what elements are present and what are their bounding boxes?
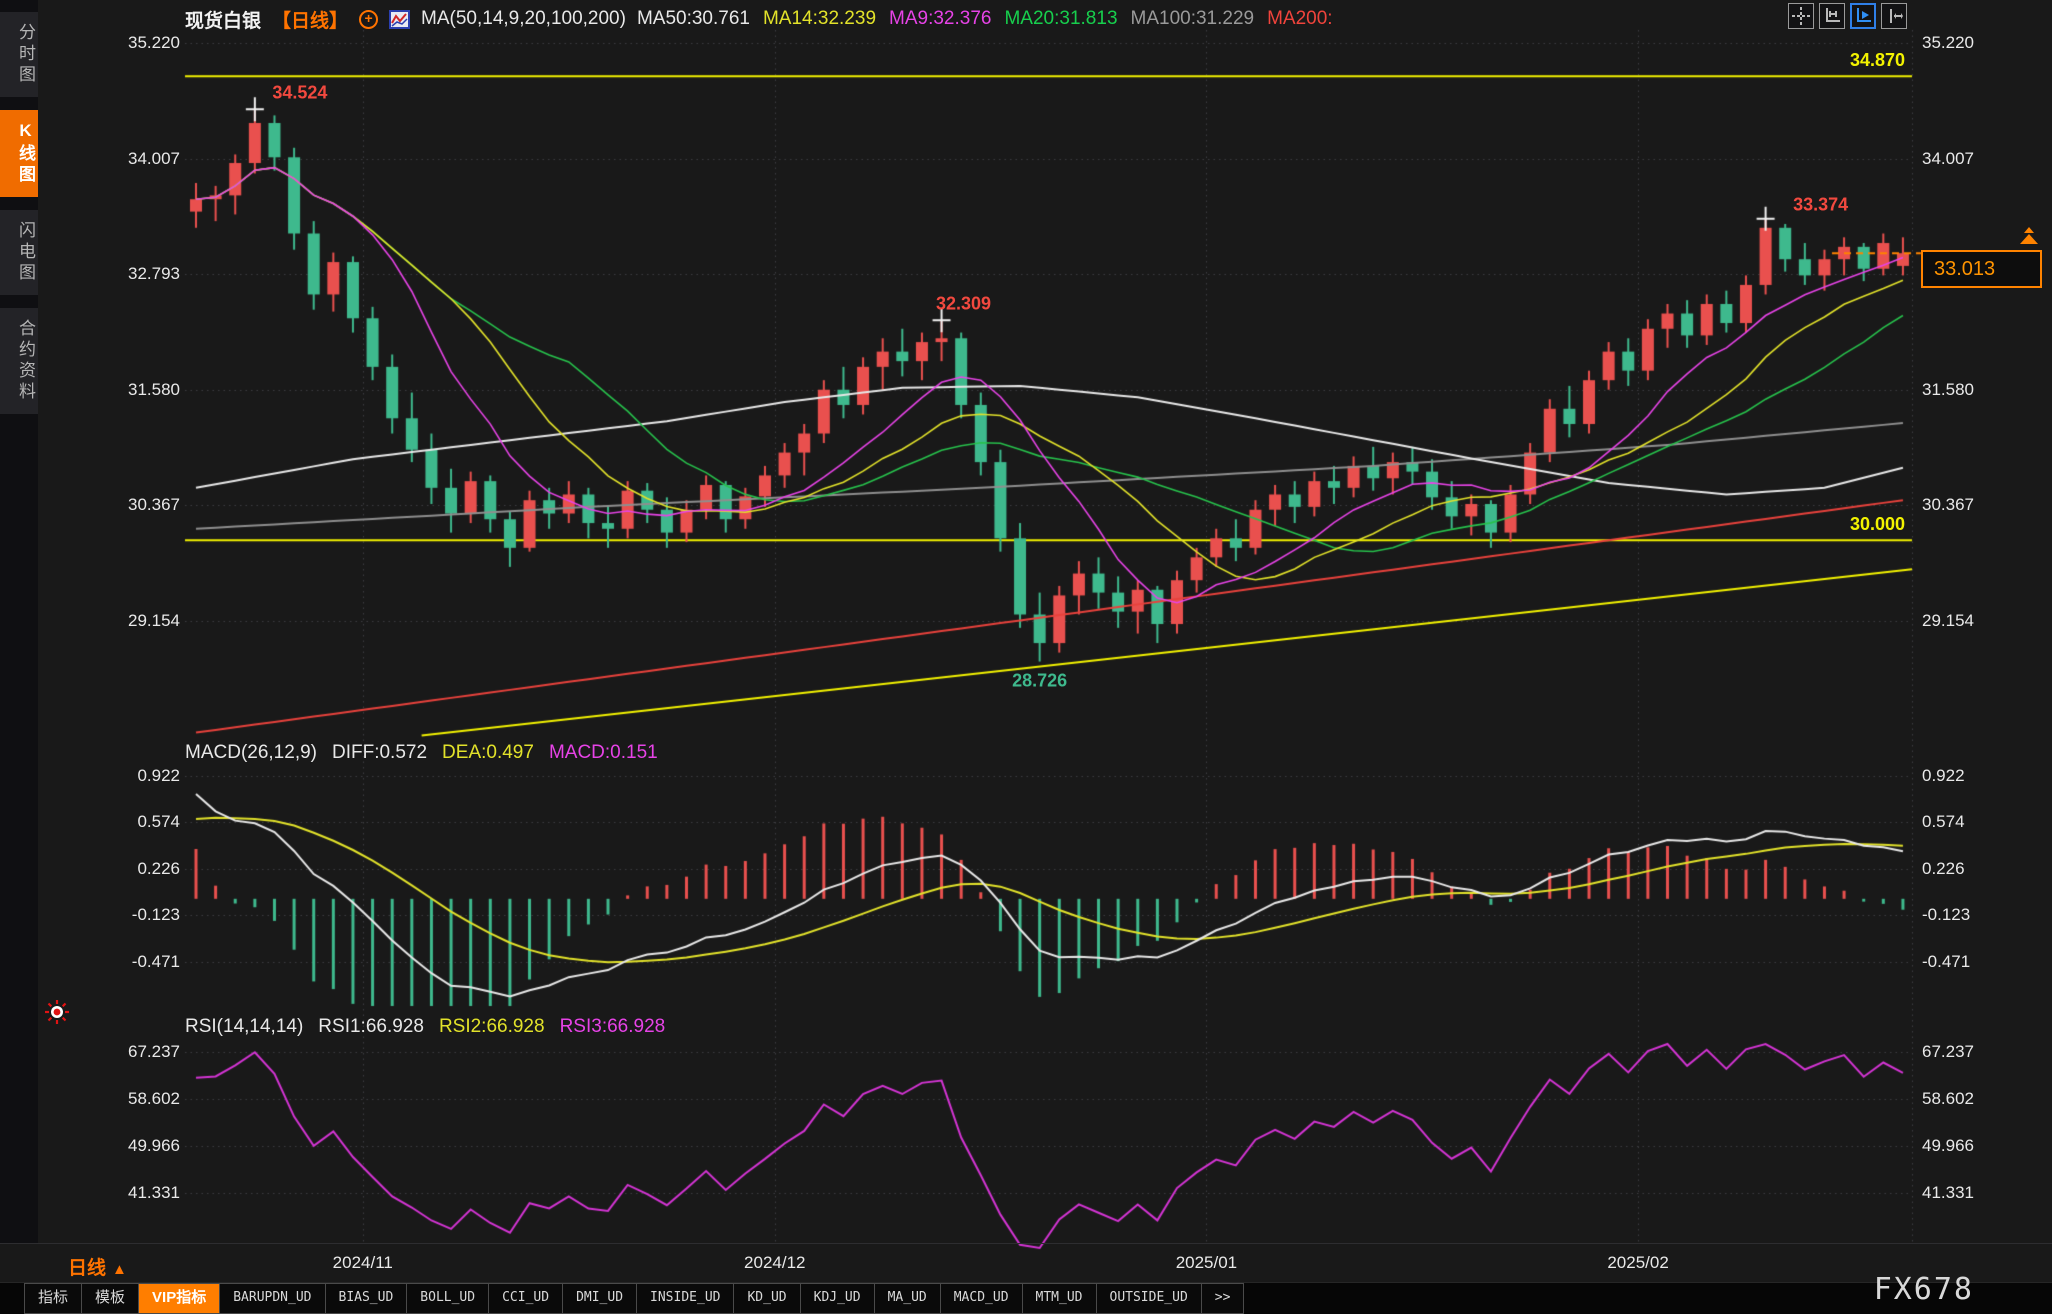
- price-axis-label: 29.154: [62, 611, 180, 631]
- indicator-tab[interactable]: BOLL_UD: [406, 1283, 489, 1314]
- macd-dea-value: DEA:0.497: [442, 742, 534, 764]
- indicator-tab[interactable]: VIP指标: [138, 1283, 220, 1314]
- macd-axis-label: 0.226: [1922, 859, 2042, 879]
- macd-axis-label: 0.574: [1922, 812, 2042, 832]
- price-annotation: 32.309: [936, 294, 991, 315]
- price-axis-label: 34.007: [62, 149, 180, 169]
- indicator-tab[interactable]: MACD_UD: [940, 1283, 1023, 1314]
- sidebar-item-[interactable]: 分时图: [0, 12, 38, 97]
- watermark: FX678: [1874, 1272, 1974, 1307]
- macd-pane-header: MACD(26,12,9) DIFF:0.572 DEA:0.497 MACD:…: [185, 742, 658, 764]
- rsi-title: RSI(14,14,14): [185, 1016, 303, 1038]
- horizontal-line-label: 30.000: [1775, 514, 1905, 535]
- period-up-arrow-icon: ▲: [112, 1261, 127, 1278]
- indicator-toolbar: 指标模板VIP指标BARUPDN_UDBIAS_UDBOLL_UDCCI_UDD…: [0, 1282, 2052, 1314]
- ma-settings-label: MA(50,14,9,20,100,200): [421, 8, 626, 30]
- indicator-tab[interactable]: KDJ_UD: [800, 1283, 875, 1314]
- indicator-tab[interactable]: CCI_UD: [488, 1283, 563, 1314]
- ma-legend-item: MA100:31.229: [1131, 8, 1255, 29]
- rsi1-value: RSI1:66.928: [318, 1016, 424, 1038]
- sidebar-item-[interactable]: 合约资料: [0, 308, 38, 414]
- indicator-tab[interactable]: OUTSIDE_UD: [1096, 1283, 1202, 1314]
- crosshair-tool-button[interactable]: [1788, 3, 1814, 29]
- indicator-tab[interactable]: MA_UD: [874, 1283, 941, 1314]
- price-axis-label: 35.220: [1922, 33, 2042, 53]
- rsi3-value: RSI3:66.928: [560, 1016, 666, 1038]
- price-annotation: 34.524: [272, 83, 327, 104]
- price-up-arrow-icon: [2020, 227, 2038, 244]
- last-price-label: 33.013: [1921, 250, 2042, 288]
- sidebar-item-[interactable]: 闪电图: [0, 210, 38, 295]
- macd-axis-label: -0.123: [62, 905, 180, 925]
- price-axis-label: 30.367: [62, 495, 180, 515]
- indicator-tab[interactable]: BIAS_UD: [325, 1283, 408, 1314]
- macd-axis-label: -0.123: [1922, 905, 2042, 925]
- period-tag: 【日线】: [272, 6, 348, 33]
- pane-shift-button[interactable]: [1881, 3, 1907, 29]
- chart-header: 现货白银 【日线】 + MA(50,14,9,20,100,200) MA50:…: [185, 5, 1346, 33]
- left-sidebar: 分时图 K线图闪电图合约资料: [0, 0, 38, 1243]
- rsi-axis-label: 67.237: [1922, 1042, 2042, 1062]
- indicator-tab[interactable]: 指标: [24, 1283, 82, 1314]
- price-axis-label: 34.007: [1922, 149, 2042, 169]
- rsi-axis-label: 67.237: [62, 1042, 180, 1062]
- rsi-axis-label: 58.602: [62, 1089, 180, 1109]
- indicator-tab[interactable]: INSIDE_UD: [636, 1283, 734, 1314]
- rsi-axis-label: 49.966: [1922, 1136, 2042, 1156]
- indicator-tab[interactable]: KD_UD: [733, 1283, 800, 1314]
- price-axis-label: 30.367: [1922, 495, 2042, 515]
- period-selector[interactable]: 日线▲: [68, 1253, 127, 1280]
- time-axis-label: 2025/02: [1578, 1253, 1698, 1273]
- ma-legend-item: MA20:31.813: [1004, 8, 1117, 29]
- rsi-pane-header: RSI(14,14,14) RSI1:66.928 RSI2:66.928 RS…: [185, 1016, 665, 1038]
- time-axis-label: 2024/11: [303, 1253, 423, 1273]
- indicator-tab[interactable]: DMI_UD: [562, 1283, 637, 1314]
- rsi-axis-label: 49.966: [62, 1136, 180, 1156]
- horizontal-line-label: 34.870: [1775, 50, 1905, 71]
- time-axis-label: 2024/12: [715, 1253, 835, 1273]
- price-axis-label: 31.580: [1922, 380, 2042, 400]
- macd-axis-label: -0.471: [1922, 952, 2042, 972]
- macd-axis-label: 0.226: [62, 859, 180, 879]
- macd-axis-label: 0.922: [62, 766, 180, 786]
- rsi-axis-label: 58.602: [1922, 1089, 2042, 1109]
- price-axis-label: 29.154: [1922, 611, 2042, 631]
- indicator-tab[interactable]: 模板: [81, 1283, 139, 1314]
- price-axis-label: 32.793: [62, 264, 180, 284]
- price-annotation: 33.374: [1793, 194, 1848, 215]
- ma-legend-item: MA14:32.239: [763, 8, 876, 29]
- rsi-axis-label: 41.331: [62, 1183, 180, 1203]
- ma-legend-item: MA200:: [1267, 8, 1332, 29]
- ma-legend: MA50:30.761 MA14:32.239 MA9:32.376 MA20:31.…: [637, 8, 1346, 30]
- live-indicator-icon[interactable]: [44, 999, 70, 1030]
- time-axis-label: 2025/01: [1146, 1253, 1266, 1273]
- symbol-title: 现货白银: [185, 6, 261, 33]
- chart-type-icon[interactable]: [389, 10, 410, 29]
- trading-app: 分时图 K线图闪电图合约资料 现货白银 【日线】 + MA(50,14,9,20,…: [0, 0, 2052, 1314]
- plus-circle-icon[interactable]: +: [359, 10, 378, 29]
- rsi2-value: RSI2:66.928: [439, 1016, 545, 1038]
- axis-scale-button[interactable]: [1819, 3, 1845, 29]
- sidebar-item-active[interactable]: K线图: [0, 110, 38, 197]
- macd-title: MACD(26,12,9): [185, 742, 317, 764]
- macd-axis-label: -0.471: [62, 952, 180, 972]
- chart-toolbar: [1788, 3, 1907, 29]
- time-axis: 日线▲ 2024/11 2024/12 2025/01 2025/02: [0, 1243, 2052, 1282]
- price-axis-label: 31.580: [62, 380, 180, 400]
- ma-legend-item: MA50:30.761: [637, 8, 750, 29]
- indicator-tab[interactable]: MTM_UD: [1022, 1283, 1097, 1314]
- macd-axis-label: 0.574: [62, 812, 180, 832]
- price-annotation: 28.726: [1012, 670, 1067, 691]
- price-axis-label: 35.220: [62, 33, 180, 53]
- macd-value: MACD:0.151: [549, 742, 658, 764]
- axis-auto-button[interactable]: [1850, 3, 1876, 29]
- chart-canvas[interactable]: [0, 0, 2052, 1314]
- ma-legend-item: MA9:32.376: [889, 8, 991, 29]
- indicator-tab[interactable]: BARUPDN_UD: [219, 1283, 325, 1314]
- macd-axis-label: 0.922: [1922, 766, 2042, 786]
- rsi-axis-label: 41.331: [1922, 1183, 2042, 1203]
- macd-diff-value: DIFF:0.572: [332, 742, 427, 764]
- indicator-tab[interactable]: >>: [1201, 1283, 1245, 1314]
